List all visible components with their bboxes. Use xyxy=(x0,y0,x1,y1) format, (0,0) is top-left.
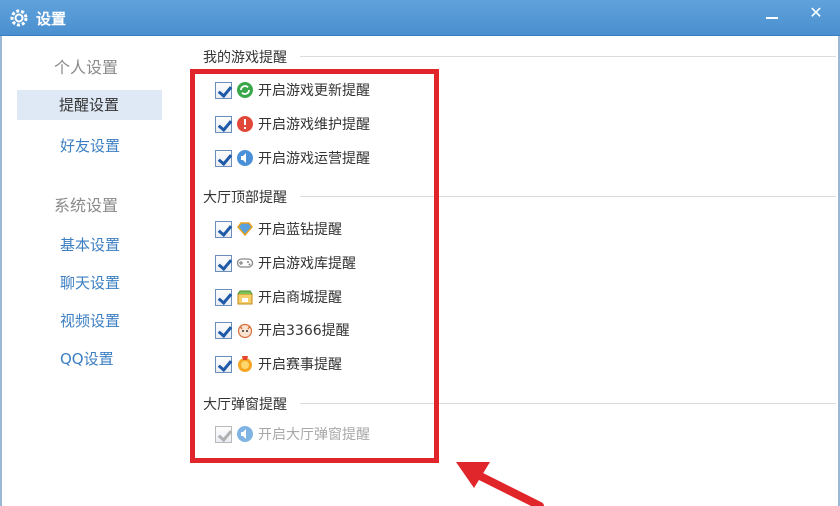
sidebar-item-friends[interactable]: 好友设置 xyxy=(60,135,120,156)
sidebar-item-chat[interactable]: 聊天设置 xyxy=(60,272,120,293)
annotation-arrow-icon xyxy=(456,462,544,506)
close-icon: ✕ xyxy=(809,3,823,22)
minimize-icon xyxy=(766,17,778,19)
sidebar-item-video[interactable]: 视频设置 xyxy=(60,310,120,331)
title-bar: 设置 ✕ xyxy=(0,0,840,36)
section-divider xyxy=(300,56,836,57)
sidebar-group-system: 系统设置 xyxy=(54,196,119,215)
sidebar-group-personal: 个人设置 xyxy=(54,58,119,77)
close-button[interactable]: ✕ xyxy=(794,0,838,28)
gear-icon xyxy=(10,9,28,27)
sidebar-item-basic[interactable]: 基本设置 xyxy=(60,234,120,255)
window-title: 设置 xyxy=(36,10,67,28)
sidebar-item-reminder[interactable]: 提醒设置 xyxy=(17,90,162,120)
settings-sidebar: 个人设置 提醒设置 好友设置 系统设置 基本设置 聊天设置 视频设置 QQ设置 xyxy=(2,36,180,506)
section-title-my-games: 我的游戏提醒 xyxy=(203,50,287,66)
highlight-box xyxy=(190,69,439,463)
minimize-button[interactable] xyxy=(750,0,794,28)
sidebar-item-qq[interactable]: QQ设置 xyxy=(60,348,114,369)
